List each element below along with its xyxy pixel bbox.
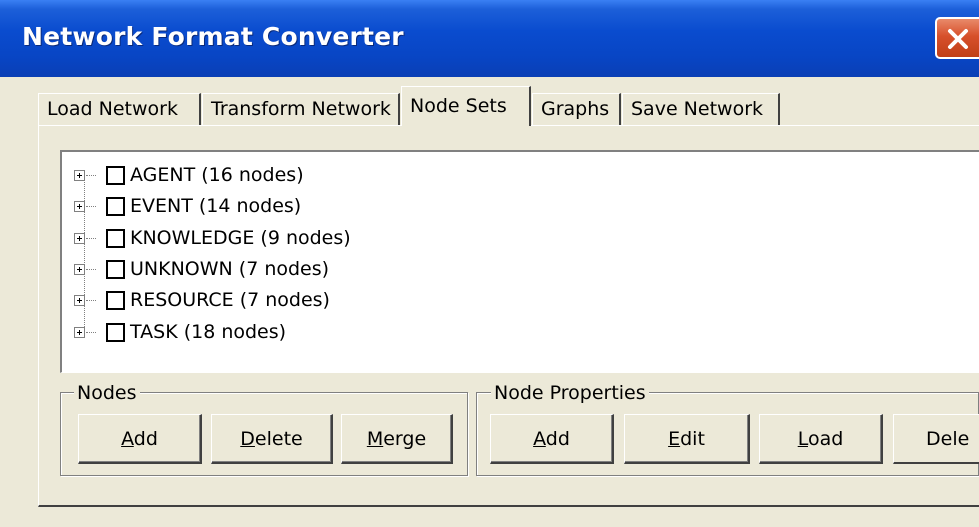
nodes-group-title: Nodes [74,381,140,405]
tree-item-label: TASK (18 nodes) [130,321,287,343]
expand-icon[interactable] [74,327,85,338]
tree-item-label: RESOURCE (7 nodes) [130,289,330,311]
tree-item-label: UNKNOWN (7 nodes) [130,258,330,280]
tab-load-network[interactable]: Load Network [38,93,201,125]
tree-item-checkbox[interactable] [106,260,125,279]
tree-item-checkbox[interactable] [106,291,125,310]
tree-item-label: EVENT (14 nodes) [130,195,302,217]
tab-node-sets[interactable]: Node Sets [401,86,531,126]
node-properties-group-title: Node Properties [491,381,649,405]
tree-item-checkbox[interactable] [106,166,125,185]
expand-icon[interactable] [74,201,85,212]
tree-guide-line [84,175,85,335]
expand-icon[interactable] [74,295,85,306]
expand-icon[interactable] [74,264,85,275]
tree-item-checkbox[interactable] [106,323,125,342]
title-bar[interactable]: Network Format Converter [0,0,979,77]
tab-graphs[interactable]: Graphs [532,93,621,125]
merge-nodes-button[interactable]: Merge [341,414,453,464]
tab-transform-network[interactable]: Transform Network [202,93,400,125]
tab-save-network[interactable]: Save Network [622,93,780,125]
expand-icon[interactable] [74,233,85,244]
expand-icon[interactable] [74,170,85,181]
delete-node-button[interactable]: Delete [211,414,333,464]
tree-item-label: AGENT (16 nodes) [130,164,304,186]
edit-property-button[interactable]: Edit [624,414,750,464]
tree-item-checkbox[interactable] [106,197,125,216]
delete-property-button[interactable]: Dele [893,414,979,464]
window-title: Network Format Converter [22,22,404,51]
close-button[interactable] [935,17,979,59]
add-node-button[interactable]: Add [78,414,202,464]
tree-item-label: KNOWLEDGE (9 nodes) [130,227,351,249]
add-property-button[interactable]: Add [490,414,614,464]
tree-item-checkbox[interactable] [106,229,125,248]
load-properties-button[interactable]: Load [759,414,883,464]
